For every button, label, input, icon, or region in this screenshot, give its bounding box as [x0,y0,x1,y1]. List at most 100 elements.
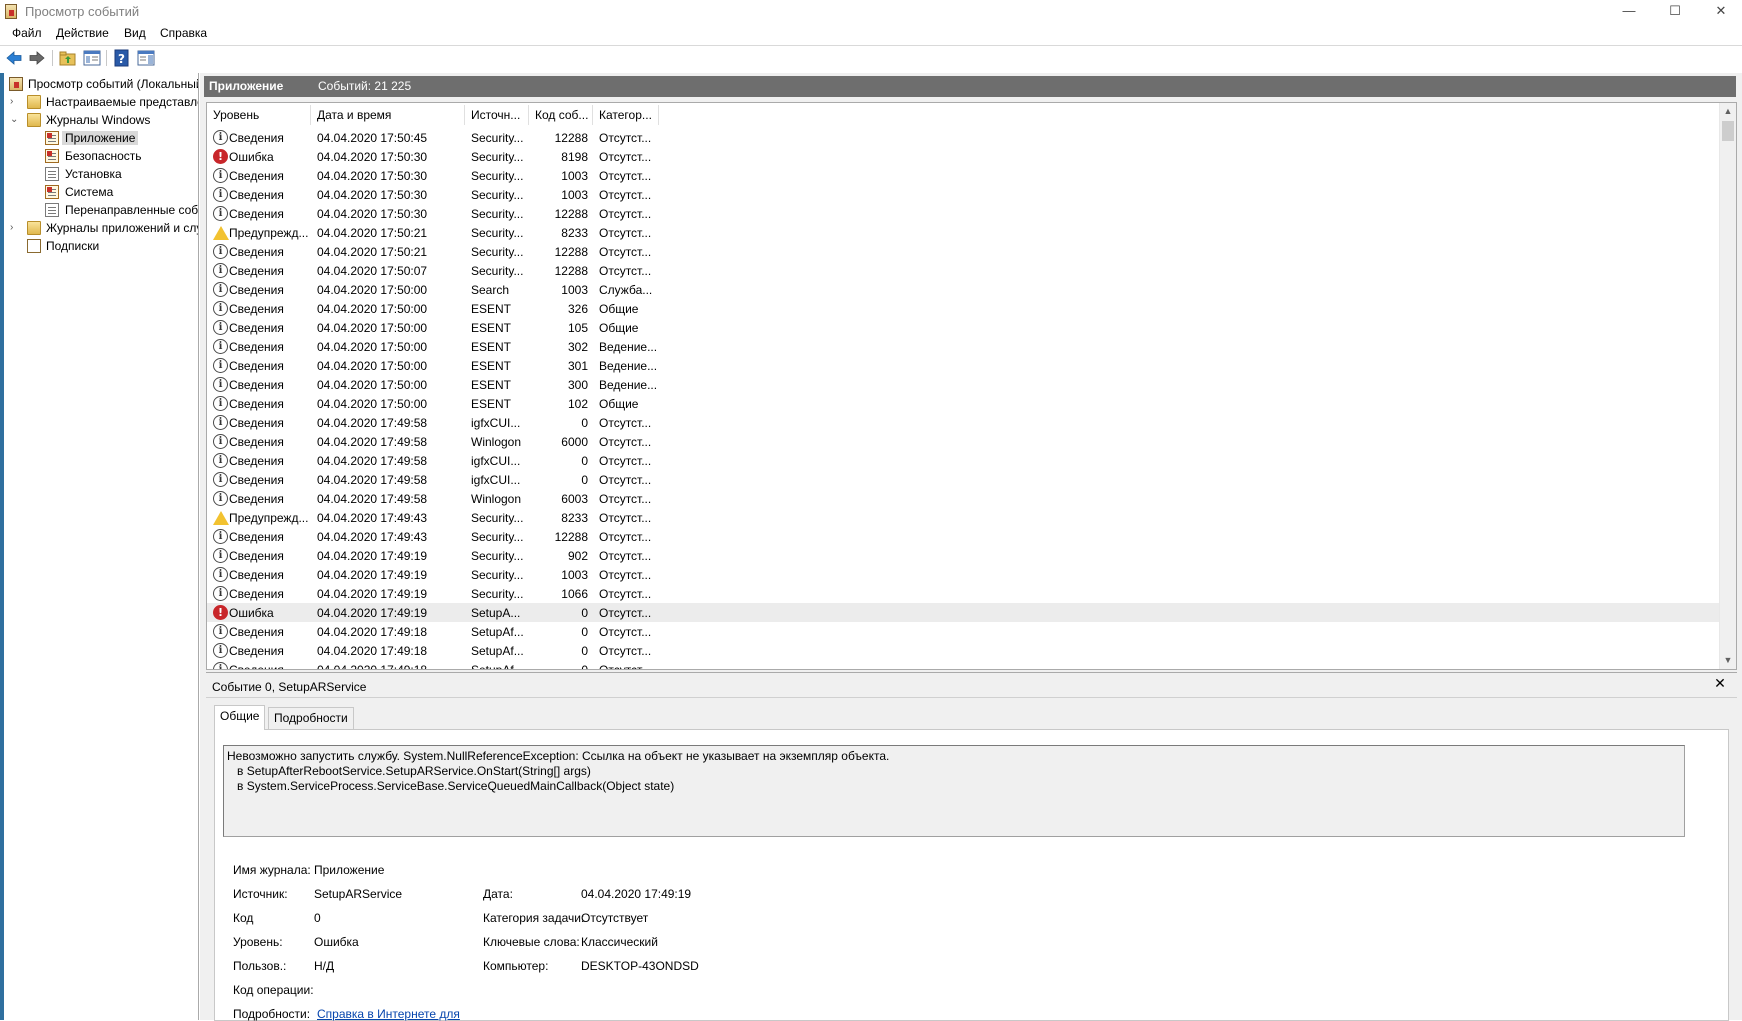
cell-event-code: 1003 [561,568,588,582]
event-detail-pane: Событие 0, SetupARService ✕ Общие Подроб… [206,672,1737,1021]
show-hide-console-tree-icon[interactable] [83,49,101,67]
table-row[interactable]: i Сведения 04.04.2020 17:50:00 ESENT 326 Общи… [207,299,1719,318]
tree-item-subscriptions[interactable]: Подписки [0,238,198,255]
table-row[interactable]: i Сведения 04.04.2020 17:50:45 Security... 1… [207,128,1719,147]
cell-category: Отсутст... [599,188,652,202]
table-row[interactable]: i Сведения 04.04.2020 17:49:18 SetupAf... 0 О… [207,641,1719,660]
tree-item-windows-logs[interactable]: ⌄ Журналы Windows [0,112,198,129]
content-header: Приложение Событий: 21 225 [204,76,1736,97]
column-header-source[interactable]: Источн... [471,108,520,122]
column-divider[interactable] [528,105,529,125]
help-icon[interactable]: ? [113,49,131,67]
scroll-down-button[interactable]: ▼ [1720,652,1736,669]
tree-item-label: Журналы Windows [46,113,151,127]
minimize-button[interactable]: — [1606,0,1652,24]
table-row[interactable]: i Сведения 04.04.2020 17:50:21 Security... 1… [207,242,1719,261]
cell-source: SetupAf... [471,625,524,639]
table-row[interactable]: i Сведения 04.04.2020 17:50:00 ESENT 302 Веде… [207,337,1719,356]
info-icon: i [213,358,228,373]
scroll-thumb[interactable] [1722,121,1734,141]
tree-item-security[interactable]: Безопасность [0,148,198,165]
opcode-label: Код операции: [233,983,314,997]
event-message-box[interactable]: Невозможно запустить службу. System.Null… [223,745,1685,837]
table-row[interactable]: i Сведения 04.04.2020 17:50:00 ESENT 301 Веде… [207,356,1719,375]
table-row[interactable]: i Сведения 04.04.2020 17:50:07 Security... 1… [207,261,1719,280]
table-row[interactable]: i Сведения 04.04.2020 17:49:18 SetupAf... 0 О… [207,660,1719,669]
up-folder-icon[interactable] [59,49,77,67]
show-hide-action-pane-icon[interactable] [137,49,155,67]
cell-event-code: 12288 [554,264,588,278]
tree-item-system[interactable]: Система [0,184,198,201]
expand-arrow-icon[interactable]: › [10,223,20,233]
table-row[interactable]: i Сведения 04.04.2020 17:49:19 Security... 9… [207,546,1719,565]
close-detail-button[interactable]: ✕ [1712,676,1728,692]
tree-item-event-viewer-root[interactable]: Просмотр событий (Локальный) [0,76,198,93]
cell-level: Сведения [229,435,284,449]
cell-source: Security... [471,188,524,202]
cell-source: igfxCUI... [471,454,521,468]
cell-level: Сведения [229,492,284,506]
cell-datetime: 04.04.2020 17:50:00 [317,340,428,354]
error-icon: ! [213,605,228,620]
column-header-level[interactable]: Уровень [213,108,259,122]
back-icon[interactable] [5,49,23,67]
table-row[interactable]: ! Предупрежд... 04.04.2020 17:50:21 Securit… [207,223,1719,242]
cell-event-code: 0 [581,625,588,639]
table-row[interactable]: i Сведения 04.04.2020 17:49:58 Winlogon 6000… [207,432,1719,451]
column-divider[interactable] [658,105,659,125]
toolbar: ? [0,46,1742,71]
cell-category: Отсутст... [599,169,652,183]
cell-datetime: 04.04.2020 17:50:00 [317,283,428,297]
tree-item-application[interactable]: Приложение [0,130,198,147]
tree-item-setup[interactable]: Установка [0,166,198,183]
menu-view[interactable]: Вид [124,26,146,40]
scroll-up-button[interactable]: ▲ [1720,103,1736,120]
grid-body: i Сведения 04.04.2020 17:50:45 Security... 1… [207,128,1719,669]
column-divider[interactable] [310,105,311,125]
column-divider[interactable] [592,105,593,125]
table-row[interactable]: i Сведения 04.04.2020 17:49:58 igfxCUI... 0 О… [207,413,1719,432]
table-row[interactable]: i Сведения 04.04.2020 17:49:19 Security... 1… [207,584,1719,603]
column-header-event-code[interactable]: Код соб... [535,108,588,122]
column-divider[interactable] [464,105,465,125]
tree-item-app-service-logs[interactable]: › Журналы приложений и служб [0,220,198,237]
table-row[interactable]: i Сведения 04.04.2020 17:49:19 Security... 1… [207,565,1719,584]
tree-item-custom-views[interactable]: › Настраиваемые представления [0,94,198,111]
table-row[interactable]: i Сведения 04.04.2020 17:50:30 Security... 1… [207,204,1719,223]
table-row[interactable]: ! Предупрежд... 04.04.2020 17:49:43 Securit… [207,508,1719,527]
table-row[interactable]: i Сведения 04.04.2020 17:50:00 ESENT 102 Общи… [207,394,1719,413]
task-category-value: Отсутствует [581,911,649,925]
collapse-arrow-icon[interactable]: ⌄ [10,115,20,125]
table-row[interactable]: i Сведения 04.04.2020 17:49:58 igfxCUI... 0 О… [207,451,1719,470]
table-row[interactable]: i Сведения 04.04.2020 17:50:30 Security... 1… [207,166,1719,185]
tab-general[interactable]: Общие [214,705,266,730]
column-header-category[interactable]: Категор... [599,108,652,122]
table-row[interactable]: i Сведения 04.04.2020 17:49:58 igfxCUI... 0 О… [207,470,1719,489]
table-row[interactable]: ! Ошибка 04.04.2020 17:49:19 SetupA... 0 Отсу… [207,603,1719,622]
menu-file[interactable]: Файл [12,26,42,40]
table-row[interactable]: i Сведения 04.04.2020 17:49:58 Winlogon 6003… [207,489,1719,508]
tab-details[interactable]: Подробности [268,707,354,730]
table-row[interactable]: i Сведения 04.04.2020 17:49:18 SetupAf... 0 О… [207,622,1719,641]
table-row[interactable]: i Сведения 04.04.2020 17:49:43 Security... 1… [207,527,1719,546]
maximize-button[interactable]: ☐ [1652,0,1698,24]
expand-arrow-icon[interactable]: › [10,97,20,107]
column-header-datetime[interactable]: Дата и время [317,108,391,122]
menu-action[interactable]: Действие [56,26,109,40]
table-row[interactable]: i Сведения 04.04.2020 17:50:00 ESENT 300 Веде… [207,375,1719,394]
forward-icon[interactable] [28,49,46,67]
close-window-button[interactable]: ✕ [1698,0,1742,24]
tree-item-forwarded-events[interactable]: Перенаправленные события [0,202,198,219]
window-title: Просмотр событий [25,4,140,19]
vertical-scrollbar[interactable]: ▲ ▼ [1719,103,1736,669]
cell-source: Winlogon [471,435,522,449]
table-row[interactable]: i Сведения 04.04.2020 17:50:30 Security... 1… [207,185,1719,204]
cell-level: Сведения [229,416,284,430]
cell-category: Отсутст... [599,150,652,164]
online-help-link[interactable]: Справка в Интернете для [317,1007,460,1021]
menu-help[interactable]: Справка [160,26,207,40]
table-row[interactable]: i Сведения 04.04.2020 17:50:00 Search 1003 Сл… [207,280,1719,299]
event-viewer-icon [9,77,23,91]
table-row[interactable]: i Сведения 04.04.2020 17:50:00 ESENT 105 Общи… [207,318,1719,337]
table-row[interactable]: ! Ошибка 04.04.2020 17:50:30 Security... 819… [207,147,1719,166]
